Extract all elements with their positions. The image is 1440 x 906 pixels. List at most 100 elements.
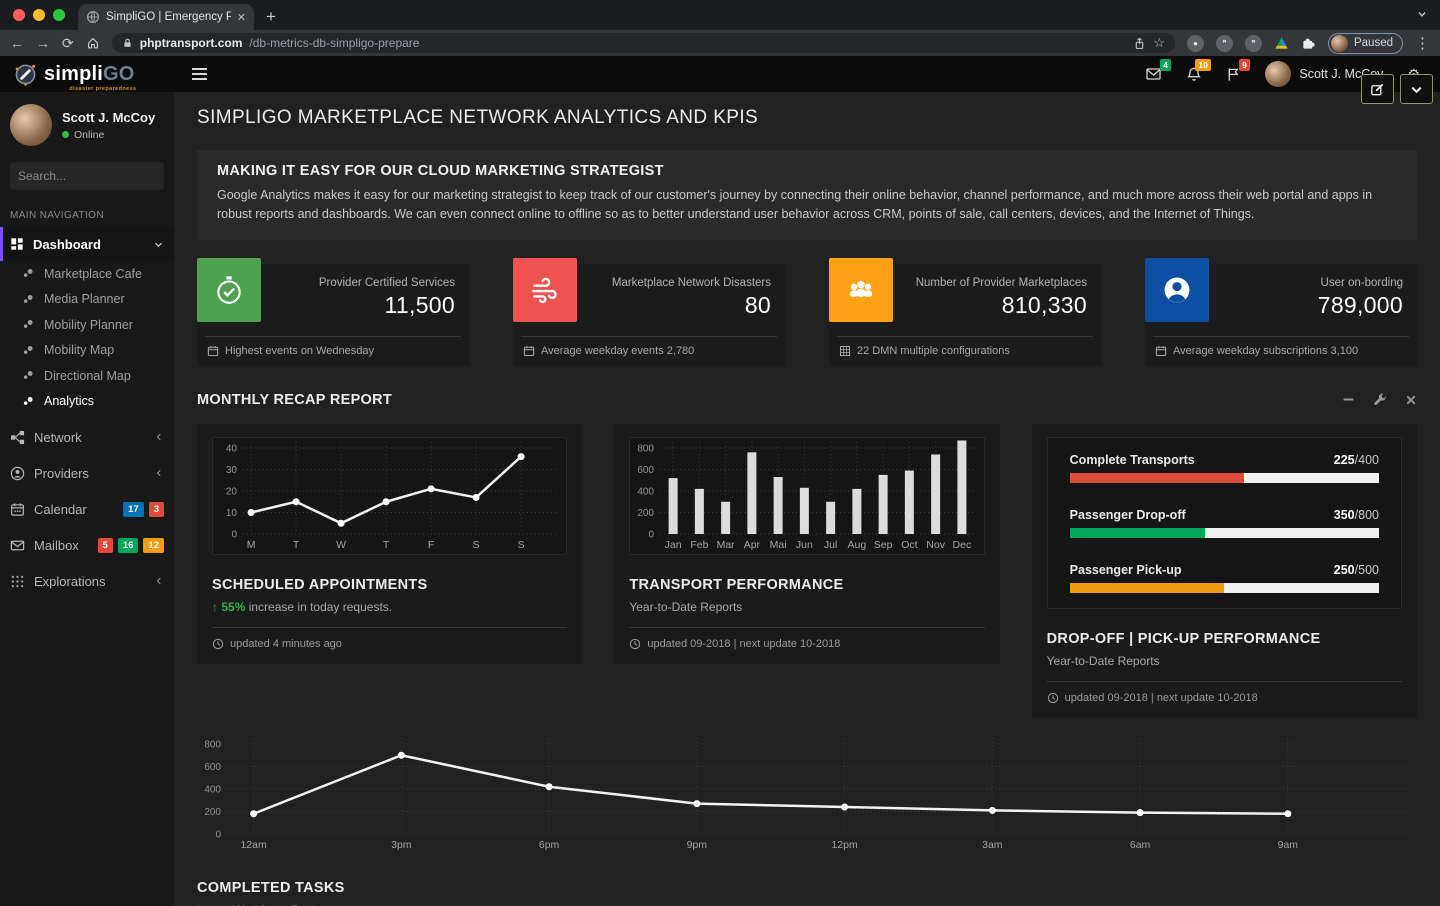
extensions-puzzle-icon[interactable]: [1301, 36, 1316, 51]
online-status-dot: [62, 131, 69, 138]
flags-button[interactable]: 9: [1226, 66, 1241, 83]
tab-close-icon[interactable]: ✕: [237, 11, 246, 24]
main-content: SIMPLIGO MARKETPLACE NETWORK ANALYTICS A…: [174, 92, 1440, 906]
sidebar-toggle-hamburger-icon[interactable]: [186, 62, 213, 86]
panel-heading: DROP-OFF | PICK-UP PERFORMANCE: [1047, 631, 1402, 647]
kpi-card-provider-marketplaces: Number of Provider Marketplaces 810,330 …: [829, 264, 1101, 366]
sidebar-item-providers[interactable]: Providers: [0, 455, 174, 491]
url-path: /db-metrics-db-simpligo-prepare: [249, 36, 419, 50]
search-input[interactable]: [18, 169, 173, 183]
reload-button[interactable]: ⟳: [62, 36, 74, 50]
sidebar-item-network[interactable]: Network: [0, 419, 174, 455]
sidebar-item-directional-map[interactable]: Directional Map: [0, 363, 174, 389]
flags-badge: 9: [1239, 59, 1251, 71]
chevron-down-icon: [153, 239, 164, 250]
calendar-icon: [1155, 345, 1167, 357]
forward-button[interactable]: →: [36, 36, 50, 50]
panel-heading: TRANSPORT PERFORMANCE: [629, 577, 984, 593]
app-logo[interactable]: simpliGOdisaster preparedness: [0, 63, 174, 86]
svg-text:20: 20: [226, 486, 238, 497]
calendar-badge: 17: [123, 502, 144, 517]
svg-text:M: M: [247, 539, 256, 551]
dashboard-subnav: Marketplace Cafe Media Planner Mobility …: [0, 261, 174, 414]
svg-text:200: 200: [638, 508, 655, 519]
svg-text:600: 600: [204, 762, 221, 773]
extension-quote-icon[interactable]: ❞: [1216, 35, 1233, 52]
close-icon[interactable]: [1405, 394, 1417, 406]
notifications-badge: 10: [1195, 59, 1211, 71]
svg-text:6pm: 6pm: [539, 839, 560, 851]
svg-text:0: 0: [649, 529, 655, 540]
sidebar-item-explorations[interactable]: Explorations: [0, 563, 174, 599]
calendar-icon: [207, 345, 219, 357]
browser-tab[interactable]: SimpliGO | Emergency Prepare ✕: [78, 4, 254, 30]
sidebar-user-panel: Scott J. McCoy Online: [0, 92, 174, 156]
extension-chat-icon[interactable]: ●: [1187, 35, 1204, 52]
browser-profile-avatar: [1331, 35, 1348, 52]
clock-icon: [212, 638, 224, 650]
sidebar-item-label: Providers: [34, 466, 89, 481]
calendar-icon: [10, 502, 25, 517]
home-button[interactable]: [86, 36, 100, 50]
svg-text:3pm: 3pm: [391, 839, 412, 851]
compose-icon: [1370, 82, 1385, 97]
bookmark-star-icon[interactable]: ☆: [1153, 35, 1165, 51]
sidebar-item-marketplace-cafe[interactable]: Marketplace Cafe: [0, 261, 174, 287]
svg-text:Jan: Jan: [665, 539, 682, 551]
collapse-minus-icon[interactable]: [1342, 393, 1355, 406]
sidebar-item-dashboard[interactable]: Dashboard: [0, 227, 174, 261]
overlay-edit-button[interactable]: [1361, 74, 1394, 104]
progress-track: [1070, 528, 1379, 538]
messages-button[interactable]: 4: [1145, 66, 1162, 82]
tab-overflow-chevron-icon[interactable]: [1416, 8, 1428, 20]
kpi-footer-note: Average weekday events 2,780: [541, 345, 694, 357]
minimize-window-button[interactable]: [33, 9, 45, 21]
sidebar-item-analytics[interactable]: Analytics: [0, 389, 174, 415]
browser-menu-kebab-icon[interactable]: ⋮: [1415, 36, 1430, 51]
new-tab-button[interactable]: +: [266, 7, 276, 27]
calendar-icon: [523, 345, 535, 357]
overlay-collapse-button[interactable]: [1400, 74, 1433, 104]
user-circle-icon: [1145, 258, 1209, 322]
browser-profile-button[interactable]: Paused: [1328, 33, 1403, 54]
maximize-window-button[interactable]: [53, 9, 65, 21]
app-navbar: simpliGOdisaster preparedness 4 10: [0, 56, 1440, 92]
page-title: SIMPLIGO MARKETPLACE NETWORK ANALYTICS A…: [197, 107, 1417, 129]
svg-text:S: S: [518, 539, 525, 551]
close-window-button[interactable]: [13, 9, 25, 21]
google-drive-icon[interactable]: [1274, 36, 1289, 51]
svg-text:Aug: Aug: [848, 539, 867, 551]
svg-text:F: F: [428, 539, 434, 551]
clock-icon: [629, 638, 641, 650]
notifications-button[interactable]: 10: [1186, 66, 1202, 83]
sidebar-item-calendar[interactable]: Calendar 17 3: [0, 491, 174, 527]
logo-text-secondary: GO: [103, 63, 135, 85]
chevron-left-icon: [154, 432, 164, 442]
back-button[interactable]: ←: [10, 36, 24, 50]
address-bar[interactable]: phptransport.com/db-metrics-db-simpligo-…: [112, 33, 1175, 53]
svg-text:Jun: Jun: [796, 539, 813, 551]
sidebar-user-name: Scott J. McCoy: [62, 110, 155, 125]
sidebar: Scott J. McCoy Online MAIN NAVIGATION Da…: [0, 92, 174, 906]
dot-pair-icon: [22, 369, 35, 382]
svg-text:30: 30: [226, 465, 238, 476]
svg-text:Mai: Mai: [770, 539, 787, 551]
wrench-icon[interactable]: [1373, 393, 1387, 407]
svg-text:600: 600: [638, 465, 655, 476]
extension-quote2-icon[interactable]: ❞: [1245, 35, 1262, 52]
kpi-footer-note: Average weekday subscriptions 3,100: [1173, 345, 1358, 357]
kpi-value: 80: [577, 292, 771, 319]
sidebar-item-mobility-planner[interactable]: Mobility Planner: [0, 312, 174, 338]
lock-icon: [122, 37, 133, 49]
svg-text:200: 200: [204, 807, 221, 818]
sidebar-item-mobility-map[interactable]: Mobility Map: [0, 338, 174, 364]
sidebar-item-mailbox[interactable]: Mailbox 5 16 12: [0, 527, 174, 563]
profile-status-label: Paused: [1354, 37, 1393, 49]
svg-text:12pm: 12pm: [831, 839, 858, 851]
envelope-icon: [10, 538, 25, 553]
sidebar-item-media-planner[interactable]: Media Planner: [0, 287, 174, 313]
share-icon[interactable]: [1133, 37, 1146, 50]
mailbox-badge: 16: [118, 538, 139, 553]
sidebar-item-label: Marketplace Cafe: [44, 267, 142, 281]
kpi-label: Marketplace Network Disasters: [577, 277, 771, 289]
